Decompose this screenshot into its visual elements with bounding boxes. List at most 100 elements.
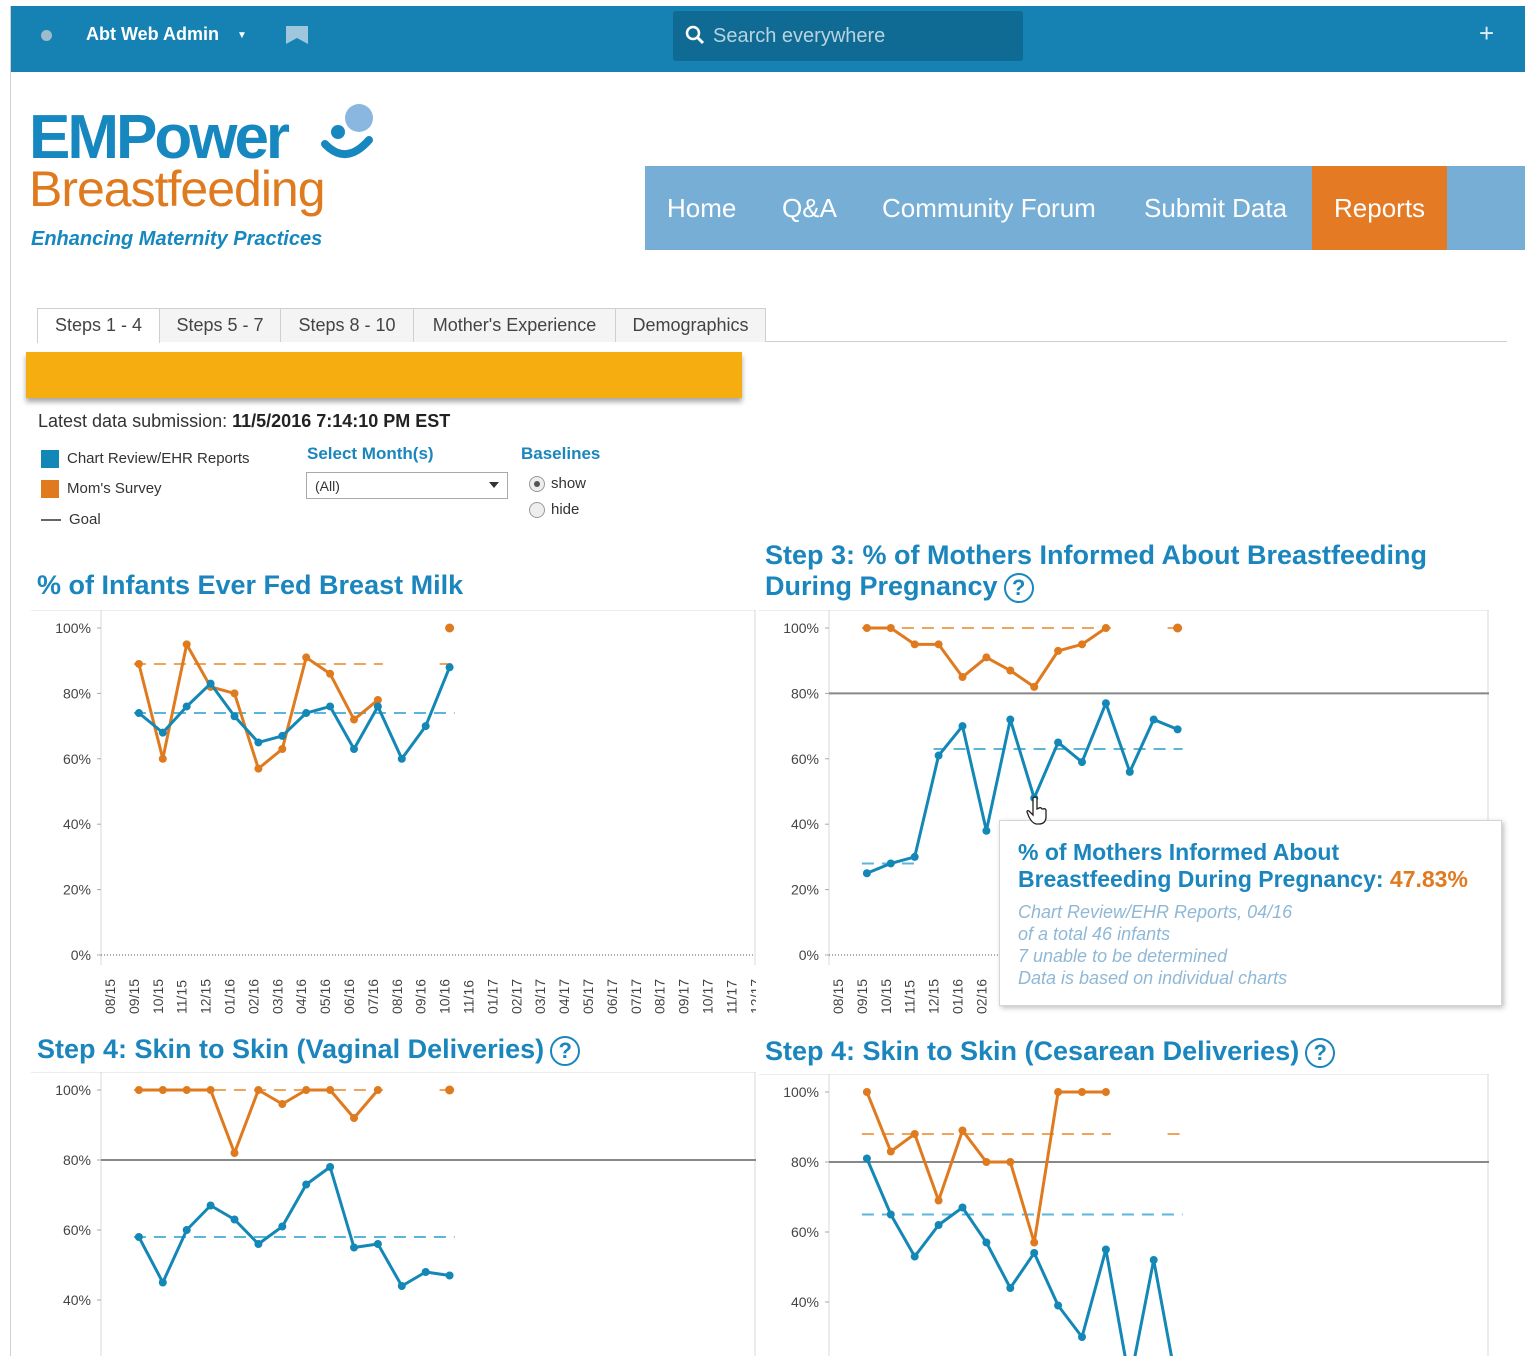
latest-label: Latest data submission: (38, 411, 228, 431)
radio-label: hide (551, 501, 580, 518)
chart-step4-vaginal[interactable]: 100% 80% 60% 40% (31, 1072, 756, 1356)
x-tick-label: 02/16 (245, 979, 261, 1014)
tab-steps-5-7[interactable]: Steps 5 - 7 (159, 308, 281, 342)
tab-mothers-experience[interactable]: Mother's Experience (413, 308, 616, 342)
data-point-ehr (278, 731, 287, 740)
data-point-survey (1101, 1088, 1110, 1096)
y-tick-label: 100% (783, 1084, 819, 1100)
tab-steps-1-4[interactable]: Steps 1 - 4 (37, 308, 160, 343)
chart-infants-fed[interactable]: 100% 80% 60% 40% 20% 0% 08/15 09/15 10/15 11/15 12… (31, 610, 756, 1020)
data-point-ehr (1006, 715, 1015, 724)
nav-submit-data[interactable]: Submit Data (1122, 166, 1309, 250)
legend-goal: Goal (41, 511, 101, 528)
data-point-survey (302, 653, 311, 662)
data-point-survey (958, 1126, 967, 1135)
tab-demographics[interactable]: Demographics (615, 308, 766, 342)
data-point-survey (134, 659, 143, 668)
chart-title-4: Step 4: Skin to Skin (Cesarean Deliverie… (765, 1036, 1336, 1068)
month-select[interactable]: (All) (306, 472, 508, 499)
data-point-ehr (230, 1215, 239, 1224)
data-point-survey (1078, 1088, 1086, 1096)
search-box[interactable] (673, 11, 1023, 61)
baselines-hide-radio[interactable]: hide (529, 501, 580, 519)
y-tick-label: 80% (791, 685, 819, 701)
tooltip-title-text: % of Mothers Informed About Breastfeedin… (1018, 839, 1384, 892)
search-input[interactable] (713, 21, 1003, 51)
x-tick-label: 11/17 (723, 980, 739, 1014)
x-tick-label: 08/15 (830, 979, 846, 1014)
x-tick-label: 09/15 (126, 979, 142, 1014)
tab-steps-8-10[interactable]: Steps 8 - 10 (280, 308, 414, 342)
nav-home[interactable]: Home (645, 166, 758, 250)
x-tick-label: 03/17 (532, 979, 548, 1014)
x-tick-label: 10/15 (878, 979, 894, 1014)
search-icon (685, 25, 705, 45)
x-tick-label: 01/16 (222, 979, 238, 1014)
help-icon[interactable]: ? (1305, 1037, 1336, 1068)
x-tick-label: 06/16 (341, 979, 357, 1014)
y-tick-label: 60% (791, 751, 819, 767)
x-tick-label: 09/15 (854, 979, 870, 1014)
data-point-ehr (1054, 738, 1063, 747)
data-point-survey (254, 1086, 263, 1094)
data-point-survey (350, 715, 358, 724)
data-point-survey (910, 640, 919, 649)
x-tick-label: 04/16 (293, 979, 309, 1014)
data-point-ehr (1149, 715, 1158, 724)
logo[interactable]: EMPower Breastfeeding Enhancing Maternit… (29, 102, 389, 262)
data-point-ehr (1054, 1301, 1063, 1310)
baselines-label: Baselines (521, 444, 601, 463)
chart-step4-cesarean[interactable]: 100% 80% 60% 40% (759, 1074, 1489, 1356)
x-tick-label: 01/16 (950, 979, 966, 1014)
data-point-ehr (326, 702, 335, 711)
x-tick-label: 03/16 (269, 979, 285, 1014)
radio-icon (529, 502, 545, 519)
x-tick-label: 05/17 (580, 979, 596, 1014)
chart-title-text: Step 4: Skin to Skin (Vaginal Deliveries… (37, 1034, 545, 1064)
x-tick-label: 12/15 (926, 979, 942, 1014)
user-menu-button[interactable]: Abt Web Admin (86, 24, 219, 45)
y-tick-label: 100% (55, 620, 91, 636)
data-point-ehr (397, 754, 406, 763)
report-tabs: Steps 1 - 4 Steps 5 - 7 Steps 8 - 10 Mot… (37, 308, 1507, 343)
chevron-down-icon[interactable]: ▼ (237, 30, 247, 41)
y-tick-label: 80% (791, 1154, 819, 1170)
y-tick-label: 60% (63, 1222, 91, 1238)
bookmark-icon[interactable] (286, 26, 308, 44)
data-point-ehr (421, 1268, 430, 1276)
latest-value: 11/5/2016 7:14:10 PM EST (232, 411, 451, 431)
legend-label: Goal (69, 511, 101, 528)
data-point-ehr (254, 738, 263, 747)
data-point-survey (182, 1086, 191, 1094)
data-point-ehr (958, 1203, 967, 1212)
chart-title-text: % of Infants Ever Fed Breast Milk (37, 570, 464, 600)
nav-qa[interactable]: Q&A (760, 166, 859, 250)
data-point-survey (958, 673, 967, 682)
status-dot-icon (41, 30, 52, 41)
app-frame: Abt Web Admin ▼ + EMPower Breastfeeding … (10, 6, 1525, 1356)
data-point-ehr (886, 1210, 895, 1219)
data-point-ehr (373, 702, 382, 711)
data-point-ehr (1078, 758, 1086, 767)
data-point-ehr (206, 1201, 215, 1210)
nav-community-forum[interactable]: Community Forum (860, 166, 1118, 250)
chart-title-3: Step 4: Skin to Skin (Vaginal Deliveries… (37, 1034, 581, 1066)
nav-reports[interactable]: Reports (1312, 166, 1448, 250)
data-point-ehr (982, 1238, 991, 1247)
baselines-show-radio[interactable]: show (529, 475, 586, 493)
y-tick-label: 60% (791, 1224, 819, 1240)
data-point-survey (134, 1086, 143, 1094)
help-icon[interactable]: ? (1003, 572, 1034, 603)
data-point-survey (1078, 640, 1086, 649)
add-icon[interactable]: + (1479, 18, 1494, 49)
data-point-ehr (134, 709, 143, 718)
y-tick-label: 40% (63, 1292, 91, 1308)
y-tick-label: 100% (783, 620, 819, 636)
series-line-survey (138, 1088, 380, 1155)
chart-title-1: % of Infants Ever Fed Breast Milk (37, 570, 463, 601)
tooltip-line: Data is based on individual charts (1018, 968, 1288, 988)
data-point-ehr (326, 1163, 335, 1171)
data-point-ehr (1078, 1333, 1086, 1341)
help-icon[interactable]: ? (550, 1035, 581, 1066)
data-point-ehr (182, 1226, 191, 1234)
